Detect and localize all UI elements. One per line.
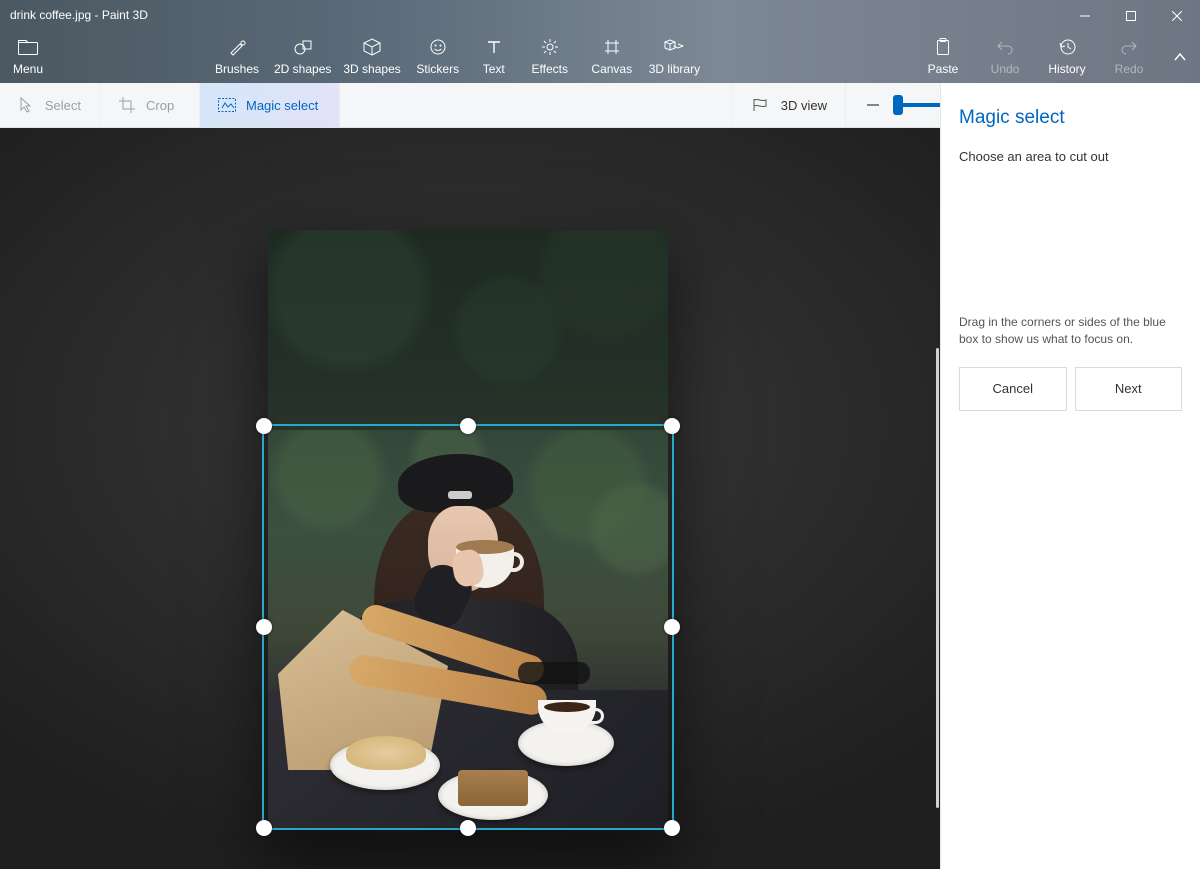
minimize-button[interactable] xyxy=(1062,0,1108,31)
crop-label: Crop xyxy=(146,98,174,113)
handle-nw[interactable] xyxy=(256,418,272,434)
effects-label: Effects xyxy=(532,62,568,76)
brushes-label: Brushes xyxy=(215,62,259,76)
magic-select-icon xyxy=(218,96,236,114)
view3d-button[interactable]: 3D view xyxy=(732,83,845,127)
handle-s[interactable] xyxy=(460,820,476,836)
clipboard-icon xyxy=(935,36,951,58)
effects-icon xyxy=(541,36,559,58)
shapes2d-icon xyxy=(293,36,313,58)
select-label: Select xyxy=(45,98,81,113)
cube-icon xyxy=(363,36,381,58)
sticker-icon xyxy=(429,36,447,58)
redo-button[interactable]: Redo xyxy=(1098,31,1160,83)
maximize-button[interactable] xyxy=(1108,0,1154,31)
canvas-button[interactable]: Canvas xyxy=(581,31,643,83)
effects-button[interactable]: Effects xyxy=(519,31,581,83)
shapes3d-label: 3D shapes xyxy=(343,62,400,76)
magic-select-label: Magic select xyxy=(246,98,318,113)
redo-icon xyxy=(1120,36,1138,58)
scrollbar[interactable] xyxy=(936,348,939,808)
stickers-button[interactable]: Stickers xyxy=(407,31,469,83)
zoom-out-button[interactable] xyxy=(862,94,884,116)
handle-n[interactable] xyxy=(460,418,476,434)
crop-tool[interactable]: Crop xyxy=(100,83,200,127)
stickers-label: Stickers xyxy=(416,62,459,76)
cancel-button[interactable]: Cancel xyxy=(959,367,1067,411)
library3d-button[interactable]: 3D library xyxy=(643,31,706,83)
undo-button[interactable]: Undo xyxy=(974,31,1036,83)
shapes2d-label: 2D shapes xyxy=(274,62,331,76)
flag3d-icon xyxy=(751,96,769,114)
undo-icon xyxy=(996,36,1014,58)
menu-label: Menu xyxy=(13,62,43,76)
title-bar: drink coffee.jpg - Paint 3D xyxy=(0,0,1200,31)
brush-icon xyxy=(228,36,246,58)
window-controls xyxy=(1062,0,1200,31)
canvas-icon xyxy=(603,36,621,58)
paste-label: Paste xyxy=(928,62,959,76)
chevron-up-icon xyxy=(1173,52,1187,62)
next-label: Next xyxy=(1115,381,1142,396)
panel-subtitle: Choose an area to cut out xyxy=(959,149,1182,164)
library-icon xyxy=(664,36,684,58)
folder-icon xyxy=(18,36,38,58)
canvas-area[interactable] xyxy=(0,128,940,869)
brushes-button[interactable]: Brushes xyxy=(206,31,268,83)
close-button[interactable] xyxy=(1154,0,1200,31)
history-button[interactable]: History xyxy=(1036,31,1098,83)
library3d-label: 3D library xyxy=(649,62,700,76)
expand-ribbon-button[interactable] xyxy=(1160,31,1200,83)
canvas-image[interactable] xyxy=(268,230,668,830)
history-label: History xyxy=(1048,62,1085,76)
minus-icon xyxy=(866,98,880,112)
magic-select-tool[interactable]: Magic select xyxy=(200,83,340,127)
side-panel: Magic select Choose an area to cut out D… xyxy=(940,83,1200,869)
select-tool[interactable]: Select xyxy=(0,83,100,127)
handle-se[interactable] xyxy=(664,820,680,836)
ribbon: Menu Brushes 2D shapes 3D shapes Stic xyxy=(0,31,1200,83)
view3d-label: 3D view xyxy=(781,98,827,113)
history-icon xyxy=(1058,36,1076,58)
canvas-label: Canvas xyxy=(591,62,632,76)
shapes2d-button[interactable]: 2D shapes xyxy=(268,31,337,83)
undo-label: Undo xyxy=(991,62,1020,76)
window-title: drink coffee.jpg - Paint 3D xyxy=(10,8,148,22)
paste-button[interactable]: Paste xyxy=(912,31,974,83)
text-button[interactable]: Text xyxy=(469,31,519,83)
handle-ne[interactable] xyxy=(664,418,680,434)
cancel-label: Cancel xyxy=(993,381,1033,396)
text-label: Text xyxy=(483,62,505,76)
zoom-slider-thumb[interactable] xyxy=(893,95,903,115)
crop-icon xyxy=(118,96,136,114)
redo-label: Redo xyxy=(1115,62,1144,76)
panel-heading: Magic select xyxy=(959,107,1182,129)
menu-button[interactable]: Menu xyxy=(0,31,56,83)
handle-e[interactable] xyxy=(664,619,680,635)
next-button[interactable]: Next xyxy=(1075,367,1183,411)
handle-sw[interactable] xyxy=(256,820,272,836)
panel-instruction: Drag in the corners or sides of the blue… xyxy=(959,314,1182,349)
handle-w[interactable] xyxy=(256,619,272,635)
text-icon xyxy=(486,36,502,58)
shapes3d-button[interactable]: 3D shapes xyxy=(337,31,406,83)
cursor-icon xyxy=(18,96,35,114)
